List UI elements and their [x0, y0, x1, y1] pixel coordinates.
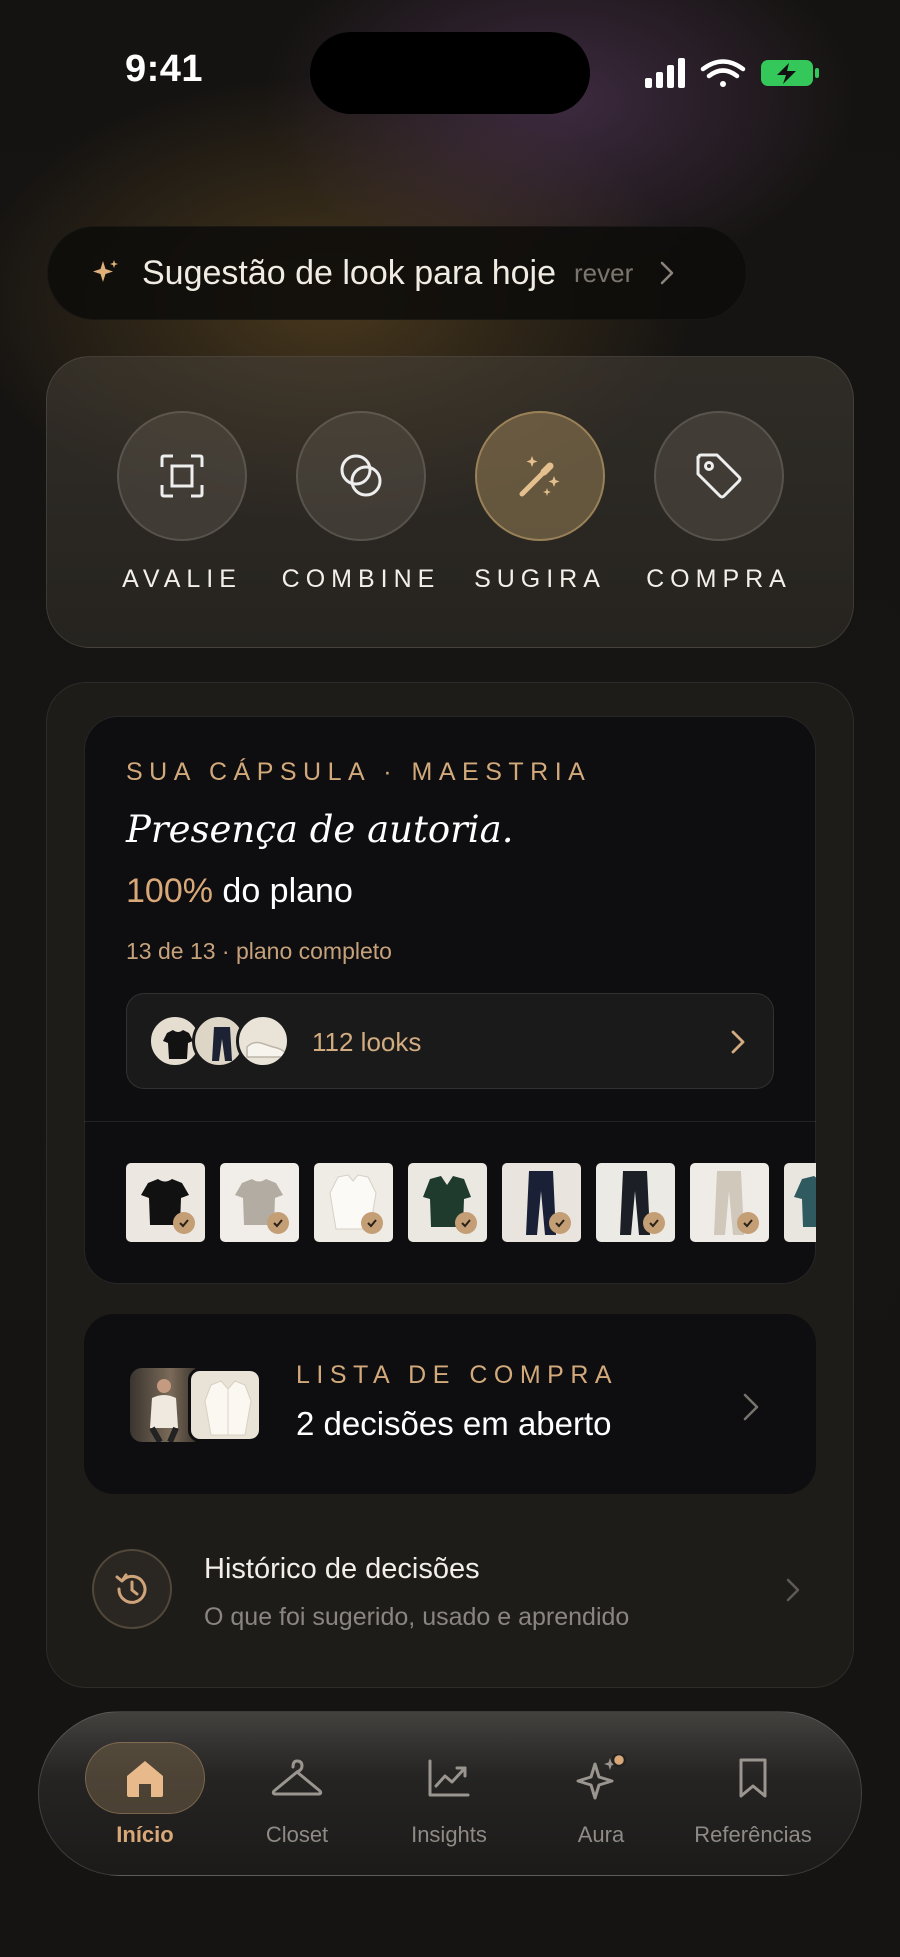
check-icon: [737, 1212, 759, 1234]
capsule-item[interactable]: [784, 1163, 816, 1242]
status-icons: [645, 58, 819, 88]
tab-label: Closet: [265, 1822, 329, 1847]
action-label: COMBINE: [281, 565, 441, 593]
action-label: AVALIE: [122, 565, 242, 593]
wifi-icon: [700, 59, 746, 87]
bookmark-icon: [739, 1758, 767, 1798]
capsule-item[interactable]: [502, 1163, 581, 1242]
divider: [84, 1121, 816, 1122]
capsule-item[interactable]: [408, 1163, 487, 1242]
capsule-item[interactable]: [314, 1163, 393, 1242]
tab-insights[interactable]: Insights: [374, 1740, 524, 1848]
shopping-title: 2 decisões em aberto: [296, 1405, 612, 1442]
check-icon: [455, 1212, 477, 1234]
check-icon: [267, 1212, 289, 1234]
suggestion-title: Sugestão de look para hoje: [142, 253, 556, 292]
history-title[interactable]: Histórico de decisões: [204, 1553, 480, 1586]
signal-icon: [645, 58, 685, 88]
tab-label: Insights: [411, 1822, 487, 1847]
home-icon: [127, 1761, 163, 1797]
history-subtitle: O que foi sugerido, usado e aprendido: [204, 1603, 630, 1631]
capsule-percent-suffix: do plano: [212, 872, 353, 910]
capsule-item[interactable]: [126, 1163, 205, 1242]
history-icon[interactable]: [92, 1549, 172, 1629]
chevron-right-icon: [660, 261, 674, 285]
tab-inicio[interactable]: Início: [70, 1740, 220, 1848]
daily-suggestion-pill[interactable]: Sugestão de look para hoje rever: [47, 226, 747, 320]
capsule-kicker: SUA CÁPSULA · MAESTRIA: [126, 758, 592, 786]
action-sugira[interactable]: SUGIRA: [450, 411, 630, 594]
tab-label: Aura: [577, 1822, 625, 1847]
overlap-circles-icon: [340, 454, 382, 497]
capsule-percent: 100%: [126, 872, 213, 910]
check-icon: [173, 1212, 195, 1234]
capsule-item[interactable]: [596, 1163, 675, 1242]
tag-icon: [696, 453, 742, 499]
hanger-icon: [271, 1759, 323, 1796]
battery-charging-icon: [761, 60, 819, 86]
suggestion-review-link[interactable]: rever: [574, 258, 633, 289]
action-avalie[interactable]: AVALIE: [92, 411, 272, 594]
sparkle-icon: [576, 1754, 627, 1800]
capsule-progress-text: 13 de 13 · plano completo: [126, 938, 392, 964]
tab-referencias[interactable]: Referências: [678, 1740, 828, 1848]
check-icon: [549, 1212, 571, 1234]
magic-wand-icon: [519, 456, 560, 497]
chevron-right-icon: [786, 1578, 800, 1602]
chart-icon: [428, 1759, 470, 1797]
shopping-photo-shirt: [188, 1368, 262, 1442]
action-combine[interactable]: COMBINE: [271, 411, 451, 594]
capsule-item[interactable]: [220, 1163, 299, 1242]
scan-icon: [160, 454, 204, 498]
capsule-items-strip[interactable]: [126, 1163, 816, 1243]
action-label: COMPRA: [646, 565, 792, 593]
capsule-item[interactable]: [690, 1163, 769, 1242]
tab-closet[interactable]: Closet: [222, 1740, 372, 1848]
shopping-kicker: LISTA DE COMPRA: [296, 1361, 619, 1389]
quick-actions-panel: AVALIE COMBINE SUGIRA COMPRA: [46, 356, 854, 648]
looks-count: 112 looks: [312, 1027, 422, 1057]
tab-label: Referências: [694, 1822, 812, 1847]
chevron-right-icon: [731, 1030, 745, 1054]
chevron-right-icon: [743, 1393, 759, 1421]
tab-label: Início: [116, 1822, 174, 1847]
action-label: SUGIRA: [474, 565, 606, 593]
capsule-progress: 100% do plano: [126, 872, 353, 911]
check-icon: [361, 1212, 383, 1234]
status-time: 9:41: [125, 48, 204, 90]
look-thumb-sneakers: [236, 1014, 290, 1068]
check-icon: [643, 1212, 665, 1234]
tab-aura[interactable]: Aura: [526, 1740, 676, 1848]
action-compra[interactable]: COMPRA: [629, 411, 809, 594]
sparkle-icon: [93, 260, 118, 282]
dynamic-island: [310, 32, 590, 114]
capsule-headline: Presença de autoria.: [126, 808, 514, 851]
